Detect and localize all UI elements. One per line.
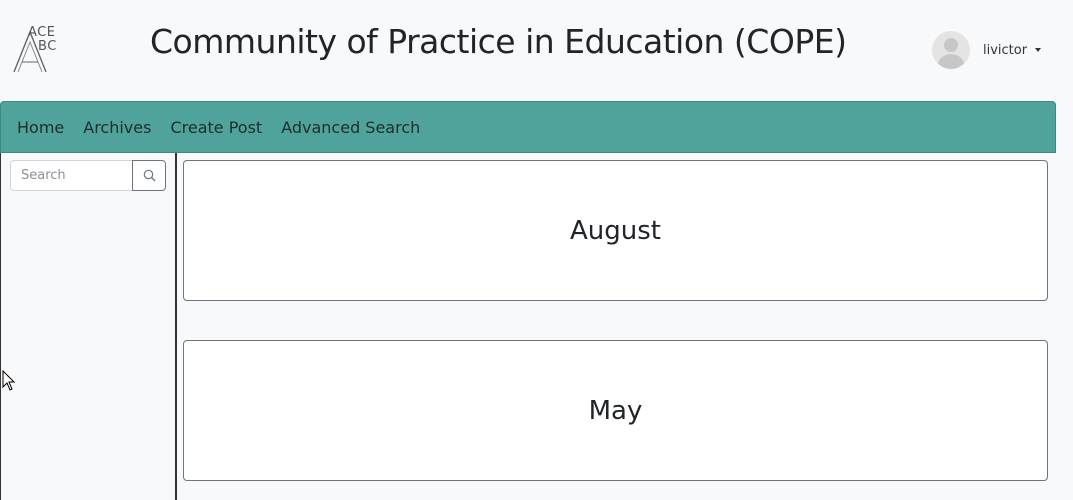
archive-list: August May [183,160,1048,500]
nav-link-advanced-search[interactable]: Advanced Search [281,118,420,137]
archive-card-may[interactable]: May [183,340,1048,481]
page-title: Community of Practice in Education (COPE… [150,22,847,61]
header: ACE BC Community of Practice in Educatio… [0,0,1073,100]
archive-card-august[interactable]: August [183,160,1048,301]
logo-line-2: BC [38,39,57,54]
main-navbar: Home Archives Create Post Advanced Searc… [0,101,1056,153]
sidebar [0,153,177,500]
caret-down-icon[interactable] [1035,48,1042,52]
archive-card-title: August [570,215,661,246]
nav-link-archives[interactable]: Archives [83,118,151,137]
logo-text: ACE BC [28,26,57,54]
search-input[interactable] [10,160,132,191]
nav-link-home[interactable]: Home [17,118,64,137]
user-menu[interactable]: livictor [932,30,1042,70]
mouse-cursor-icon [2,370,16,391]
logo-line-1: ACE [28,25,56,40]
search-icon [143,169,155,182]
username[interactable]: livictor [983,43,1027,58]
archive-card-title: May [588,395,643,426]
user-avatar-icon[interactable] [932,31,970,69]
search-box [10,160,166,191]
search-button[interactable] [132,160,166,191]
nav-link-create-post[interactable]: Create Post [170,118,262,137]
